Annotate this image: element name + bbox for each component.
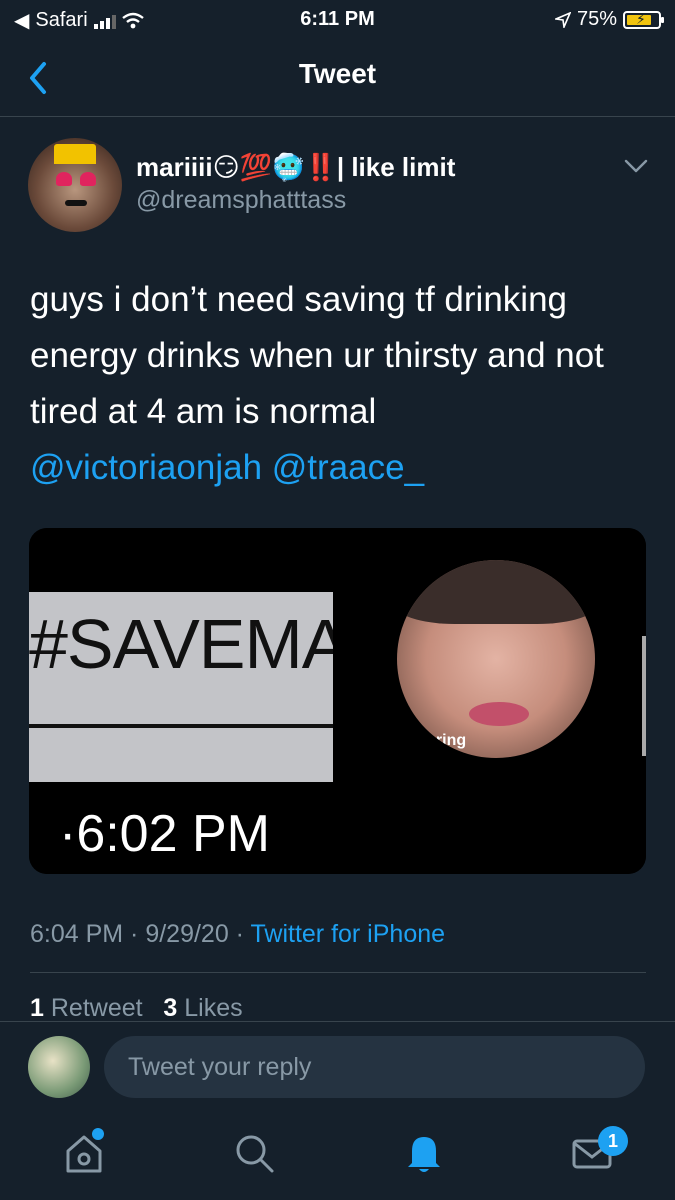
mention-link[interactable]: @victoriaonjah — [30, 448, 262, 487]
messages-badge: 1 — [598, 1126, 628, 1156]
heart-eye — [80, 172, 96, 186]
timestamp-text: 6:04 PM · 9/29/20 · — [30, 920, 251, 948]
image-rule — [29, 724, 333, 728]
mention-link[interactable]: @traace_ — [272, 448, 424, 487]
divider — [30, 972, 646, 973]
likes-label: Likes — [184, 994, 243, 1022]
reply-input[interactable]: Tweet your reply — [104, 1036, 645, 1098]
crown-icon — [54, 144, 96, 164]
location-icon — [554, 11, 571, 28]
page-title: Tweet — [298, 58, 377, 89]
lips — [469, 702, 529, 726]
media-image-left[interactable]: #SAVEMA ·6:02 PM — [29, 528, 333, 874]
media-image-right[interactable]: ering — [341, 528, 646, 874]
battery-icon: ⚡ — [623, 10, 664, 29]
image-edge — [642, 636, 646, 756]
tweet-timestamp: 6:04 PM · 9/29/20 · Twitter for iPhone — [30, 920, 445, 949]
tweet-media: #SAVEMA ·6:02 PM ering — [29, 528, 646, 874]
source-link[interactable]: Twitter for iPhone — [251, 920, 446, 948]
user-avatar — [28, 1036, 90, 1098]
hair — [397, 560, 595, 624]
image-overlay-text: ering — [427, 732, 467, 749]
battery-percent: 75% — [576, 8, 617, 30]
status-bar: ◀ Safari 6:11 PM 75% ⚡ — [0, 0, 675, 40]
retweets-count: 1 — [30, 994, 44, 1022]
author-avatar[interactable] — [28, 138, 122, 232]
status-right: 75% ⚡ — [554, 8, 664, 31]
mustache — [65, 200, 87, 206]
likes-count: 3 — [163, 994, 178, 1022]
retweets-label: Retweet — [50, 994, 143, 1022]
author-display-name[interactable]: mariiii😏💯🥶‼️| like limit — [136, 152, 455, 183]
heart-eye — [56, 172, 72, 186]
likes-stat[interactable]: 3 Likes — [163, 994, 242, 1022]
image-caption-text: #SAVEMA — [29, 605, 333, 683]
image-time-text: ·6:02 PM — [59, 805, 270, 863]
face-photo: ering — [397, 560, 595, 758]
author-handle[interactable]: @dreamsphatttass — [136, 186, 346, 215]
tweet-text: guys i don’t need saving tf drinking ene… — [30, 272, 650, 496]
tweet-body: guys i don’t need saving tf drinking ene… — [30, 280, 604, 431]
retweets-stat[interactable]: 1 Retweet — [30, 994, 143, 1022]
tab-bar — [0, 1113, 675, 1200]
home-badge-dot — [92, 1128, 104, 1140]
reply-bar: Tweet your reply — [0, 1021, 675, 1114]
chevron-down-icon[interactable] — [622, 152, 650, 180]
search-icon[interactable] — [230, 1129, 278, 1177]
tweet-stats: 1 Retweet 3 Likes — [30, 994, 243, 1023]
notifications-icon[interactable] — [400, 1129, 448, 1177]
nav-bar: Tweet — [0, 40, 675, 117]
